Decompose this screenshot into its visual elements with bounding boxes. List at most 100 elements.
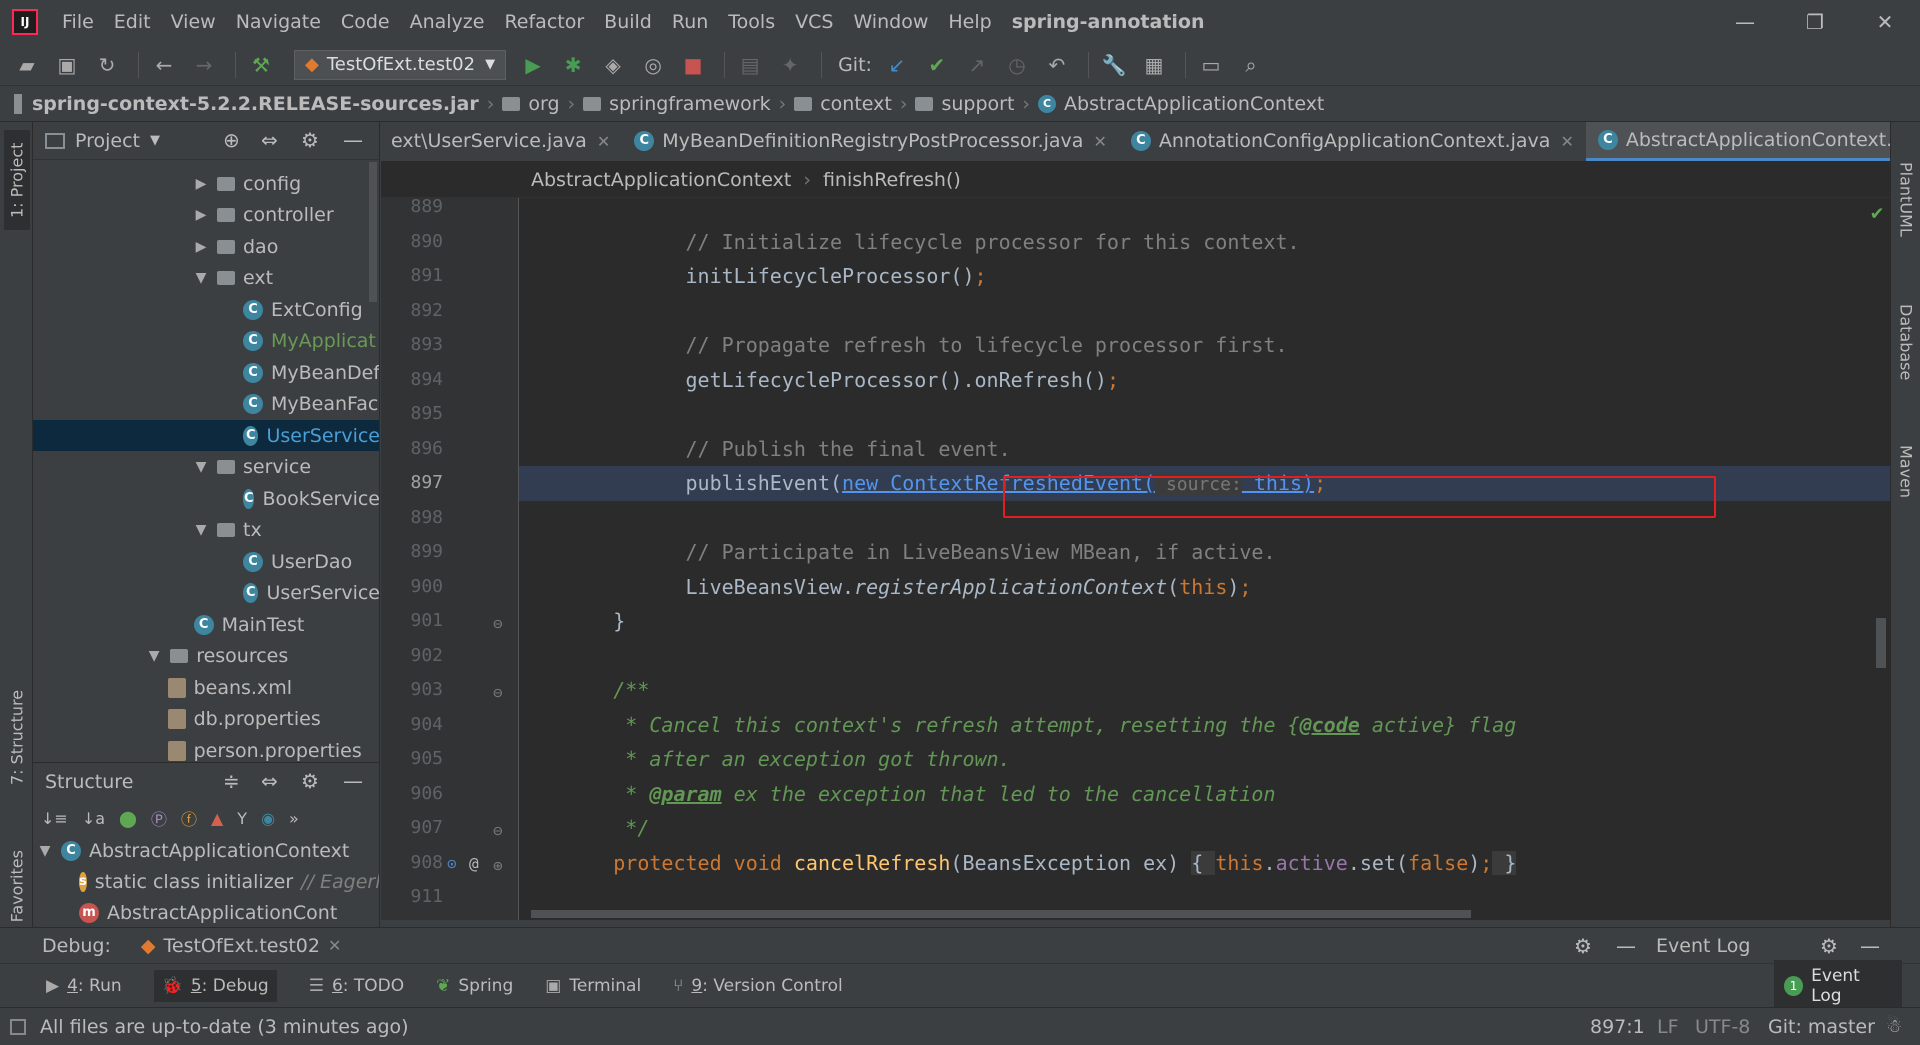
file-encoding[interactable]: UTF-8 — [1695, 1016, 1750, 1038]
forward-icon[interactable]: → — [187, 49, 221, 81]
line-separator[interactable]: LF — [1657, 1016, 1679, 1038]
project-panel-title[interactable]: Project — [75, 130, 140, 152]
more-icon[interactable]: » — [289, 809, 299, 828]
build-hammer-icon[interactable]: ⚒ — [244, 49, 278, 81]
structure-item[interactable]: s static class initializer // Eagerly — [33, 866, 379, 897]
chevron-right-icon[interactable]: ▶ — [193, 239, 209, 255]
menu-build[interactable]: Build — [594, 11, 662, 33]
gear-icon[interactable]: ⚙ — [301, 769, 319, 793]
caret-position[interactable]: 897:1 — [1590, 1016, 1645, 1038]
tree-node[interactable]: C MyApplicat — [33, 326, 379, 357]
tool-window-debug[interactable]: 🐞 5: Debug — [153, 969, 277, 1002]
git-commit-icon[interactable]: ✔ — [920, 49, 954, 81]
tool-tab-plantuml[interactable]: PlantUML — [1893, 134, 1919, 264]
tree-node[interactable]: C MainTest — [33, 609, 379, 640]
tree-node[interactable]: ▶ config — [33, 168, 379, 199]
tool-tab-maven[interactable]: Maven — [1893, 412, 1919, 532]
breadcrumb-springframework[interactable]: springframework — [583, 93, 771, 115]
code-line[interactable]: protected void cancelRefresh(BeansExcept… — [381, 846, 1890, 881]
debug-icon[interactable]: ✱ — [556, 49, 590, 81]
menu-run[interactable]: Run — [662, 11, 718, 33]
fold-marker-icon[interactable]: ⊖ — [493, 614, 503, 633]
tree-node[interactable]: ▼ tx — [33, 515, 379, 546]
tree-node[interactable]: C MyBeanDef — [33, 357, 379, 388]
gear-icon[interactable]: ⚙ — [1820, 934, 1838, 958]
code-line[interactable] — [381, 639, 1890, 674]
menu-code[interactable]: Code — [331, 11, 400, 33]
run-configuration-select[interactable]: ◆ TestOfExt.test02 ▼ — [294, 49, 507, 80]
code-line[interactable]: LiveBeansView.registerApplicationContext… — [381, 570, 1890, 605]
hide-panel-icon[interactable]: — — [1616, 934, 1636, 958]
tool-tab-project[interactable]: 1: Project — [4, 130, 30, 230]
inspector-icon[interactable]: ☃ — [1886, 1016, 1902, 1037]
tree-node[interactable]: ▼ ext — [33, 263, 379, 294]
menu-window[interactable]: Window — [843, 11, 938, 33]
breadcrumb-method[interactable]: finishRefresh() — [823, 169, 961, 191]
close-tab-icon[interactable]: ✕ — [1093, 132, 1106, 151]
code-line[interactable]: */ — [381, 811, 1890, 846]
tree-scrollbar[interactable] — [369, 162, 377, 302]
sort-visibility-icon[interactable]: ↓≡ — [41, 809, 68, 828]
menu-view[interactable]: View — [161, 11, 226, 33]
tree-node[interactable]: C UserService — [33, 420, 379, 451]
fold-marker-icon[interactable]: ⊖ — [493, 683, 503, 702]
code-line[interactable]: } — [381, 604, 1890, 639]
code-line[interactable]: getLifecycleProcessor().onRefresh(); — [381, 363, 1890, 398]
tree-node[interactable]: C UserDao — [33, 546, 379, 577]
tool-tab-database[interactable]: Database — [1893, 282, 1919, 402]
tree-node[interactable]: ▼ resources — [33, 641, 379, 672]
run-icon[interactable]: ▶ — [516, 49, 550, 81]
show-lambdas-icon[interactable]: Y — [237, 809, 247, 828]
hide-panel-icon[interactable]: — — [343, 769, 363, 793]
code-line[interactable]: // Initialize lifecycle processor for th… — [381, 225, 1890, 260]
chevron-down-icon[interactable]: ▼ — [193, 270, 209, 286]
editor-vertical-scrollbar[interactable] — [1876, 618, 1886, 668]
sort-alpha-icon[interactable]: ↓a — [82, 809, 105, 828]
menu-refactor[interactable]: Refactor — [494, 11, 594, 33]
tool-window-terminal[interactable]: ▣ Terminal — [545, 976, 641, 996]
code-line[interactable] — [381, 397, 1890, 432]
git-update-icon[interactable]: ↙ — [880, 49, 914, 81]
tool-window-spring[interactable]: ❦ Spring — [436, 976, 513, 996]
sync-icon[interactable]: ↻ — [90, 49, 124, 81]
project-structure-icon[interactable]: ▦ — [1137, 49, 1171, 81]
show-inherited-icon[interactable]: ⬤ — [119, 809, 137, 828]
menu-edit[interactable]: Edit — [104, 11, 161, 33]
code-line[interactable]: // Publish the final event. — [381, 432, 1890, 467]
code-line[interactable] — [381, 294, 1890, 329]
profile-icon[interactable]: ◎ — [636, 49, 670, 81]
tree-node[interactable]: C BookService — [33, 483, 379, 514]
menu-analyze[interactable]: Analyze — [400, 11, 495, 33]
structure-item[interactable]: ▼ C AbstractApplicationContext — [33, 835, 379, 866]
code-line[interactable] — [381, 198, 1890, 225]
tree-node[interactable]: ▼ service — [33, 452, 379, 483]
chevron-down-icon[interactable]: ▼ — [146, 648, 162, 664]
breadcrumb-jar[interactable]: spring-context-5.2.2.RELEASE-sources.jar — [14, 93, 479, 115]
breadcrumb-context[interactable]: context — [794, 93, 892, 115]
fold-marker-icon[interactable]: ⊖ — [493, 821, 503, 840]
coverage-icon[interactable]: ◈ — [596, 49, 630, 81]
minimize-icon[interactable]: — — [1710, 0, 1780, 44]
locate-icon[interactable]: ⊕ — [223, 128, 240, 152]
tab-ext-userservice[interactable]: ext\UserService.java ✕ — [381, 122, 622, 161]
menu-tools[interactable]: Tools — [718, 11, 785, 33]
tree-node[interactable]: person.properties — [33, 735, 379, 762]
chevron-right-icon[interactable]: ▶ — [193, 207, 209, 223]
collapse-all-icon[interactable]: ⇔ — [261, 769, 278, 793]
open-folder-icon[interactable]: ▰ — [10, 49, 44, 81]
tree-node[interactable]: ▶ controller — [33, 200, 379, 231]
hide-panel-icon[interactable]: — — [343, 128, 363, 152]
tree-node[interactable]: ▶ dao — [33, 231, 379, 262]
chevron-down-icon[interactable]: ▼ — [193, 522, 209, 538]
show-non-public-icon[interactable]: ▲ — [211, 809, 223, 828]
chevron-down-icon[interactable]: ▼ — [150, 133, 160, 148]
tab-annotationconfigapplicationcontext[interactable]: C AnnotationConfigApplicationContext.java… — [1119, 122, 1586, 161]
tree-node[interactable]: db.properties — [33, 704, 379, 735]
fold-marker-icon[interactable]: ⊕ — [493, 856, 503, 875]
terminal-window-icon[interactable]: ▭ — [1194, 49, 1228, 81]
expand-all-icon[interactable]: ≑ — [223, 769, 240, 793]
menu-vcs[interactable]: VCS — [785, 11, 843, 33]
breadcrumb-support[interactable]: support — [915, 93, 1014, 115]
debug-session-tab[interactable]: TestOfExt.test02 — [164, 935, 320, 957]
code-line[interactable]: * @param ex the exception that led to th… — [381, 777, 1890, 812]
